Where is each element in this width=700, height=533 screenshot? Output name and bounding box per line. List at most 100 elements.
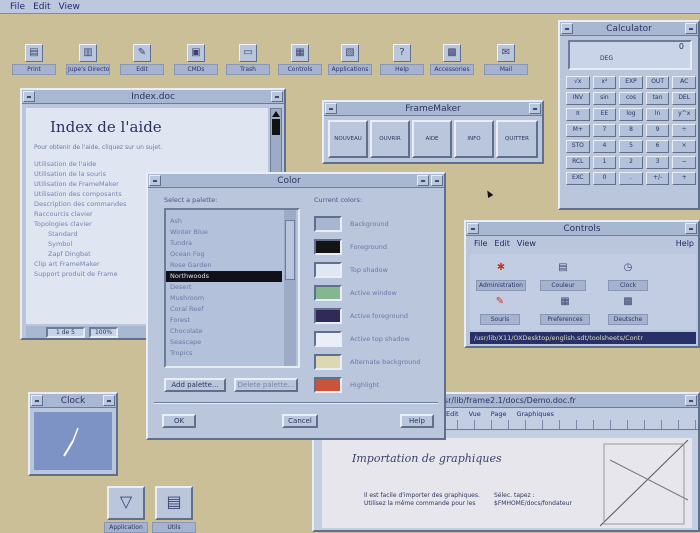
calculator-key[interactable]: 7 bbox=[592, 124, 617, 137]
palette-item[interactable]: Winter Blue bbox=[166, 227, 282, 238]
color-row[interactable]: Foreground bbox=[314, 235, 434, 258]
palette-item[interactable]: Seascape bbox=[166, 337, 282, 348]
window-menu-button[interactable] bbox=[561, 23, 573, 34]
minimize-button[interactable] bbox=[417, 175, 429, 186]
scroll-up-arrow-icon[interactable] bbox=[272, 111, 280, 117]
desktop-icon-help[interactable]: ? Help bbox=[380, 44, 424, 75]
color-swatch[interactable] bbox=[314, 215, 342, 232]
delete-palette-button[interactable]: Delete palette... bbox=[234, 378, 298, 392]
minimize-button[interactable] bbox=[271, 91, 283, 102]
clock-titlebar[interactable]: Clock bbox=[30, 394, 116, 408]
calculator-key[interactable]: AC bbox=[672, 76, 696, 89]
control-souris[interactable]: ✎ Souris bbox=[480, 294, 520, 325]
calculator-key[interactable]: EE bbox=[592, 108, 617, 121]
color-row[interactable]: Active window bbox=[314, 281, 434, 304]
calculator-key[interactable]: 5 bbox=[619, 140, 643, 153]
menu-graphiques[interactable]: Graphiques bbox=[516, 410, 553, 418]
calculator-key[interactable]: ÷ bbox=[672, 124, 696, 137]
bottom-icon-utils[interactable]: ▤ Utils bbox=[152, 486, 196, 533]
desktop-icon-trash[interactable]: ▭ Trash bbox=[226, 44, 270, 75]
calculator-key[interactable]: 3 bbox=[645, 156, 670, 169]
color-swatch[interactable] bbox=[314, 330, 342, 347]
color-swatch[interactable] bbox=[314, 238, 342, 255]
aide-button[interactable]: AIDE bbox=[412, 120, 452, 158]
menu-file[interactable]: File bbox=[10, 2, 25, 12]
nouveau-button[interactable]: NOUVEAU bbox=[328, 120, 368, 158]
minimize-button[interactable] bbox=[529, 103, 541, 114]
palette-item[interactable]: Northwoods bbox=[166, 271, 282, 282]
palette-scrollbar[interactable] bbox=[284, 210, 296, 366]
calculator-key[interactable]: 9 bbox=[645, 124, 670, 137]
palette-item[interactable]: Forest bbox=[166, 315, 282, 326]
color-row[interactable]: Alternate background bbox=[314, 350, 434, 373]
palette-item[interactable]: Coral Reef bbox=[166, 304, 282, 315]
scroll-thumb[interactable] bbox=[272, 119, 280, 135]
menu-file[interactable]: File bbox=[474, 239, 487, 248]
control-preferences[interactable]: ▦ Preferences bbox=[540, 294, 590, 325]
menu-edit[interactable]: Edit bbox=[494, 239, 510, 248]
add-palette-button[interactable]: Add palette... bbox=[164, 378, 226, 392]
desktop-icon-edit[interactable]: ✎ Edit bbox=[120, 44, 164, 75]
ouvrir-button[interactable]: OUVRIR bbox=[370, 120, 410, 158]
desktop-icon-print[interactable]: ▤ Print bbox=[12, 44, 56, 75]
help-button[interactable]: Help bbox=[400, 414, 434, 428]
calculator-key[interactable]: × bbox=[672, 140, 696, 153]
menu-vue[interactable]: Vue bbox=[469, 410, 481, 418]
control-deutsche[interactable]: ▩ Deutsche bbox=[608, 294, 648, 325]
calculator-key[interactable]: RCL bbox=[566, 156, 590, 169]
color-swatch[interactable] bbox=[314, 307, 342, 324]
calculator-titlebar[interactable]: Calculator bbox=[560, 22, 698, 36]
palette-item[interactable]: Tropics bbox=[166, 348, 282, 359]
calculator-key[interactable]: 2 bbox=[619, 156, 643, 169]
color-swatch[interactable] bbox=[314, 376, 342, 393]
calculator-key[interactable]: 8 bbox=[619, 124, 643, 137]
color-row[interactable]: Active top shadow bbox=[314, 327, 434, 350]
calculator-key[interactable]: M+ bbox=[566, 124, 590, 137]
calculator-key[interactable]: EXC bbox=[566, 172, 590, 185]
calculator-key[interactable]: log bbox=[619, 108, 643, 121]
window-menu-button[interactable] bbox=[23, 91, 35, 102]
menu-view[interactable]: View bbox=[59, 2, 80, 12]
control-couleur[interactable]: ▤ Couleur bbox=[540, 260, 586, 291]
desktop-icon-mail[interactable]: ✉ Mail bbox=[484, 44, 528, 75]
palette-item[interactable]: Rose Garden bbox=[166, 260, 282, 271]
window-menu-button[interactable] bbox=[31, 395, 43, 406]
control-clock[interactable]: ◷ Clock bbox=[608, 260, 648, 291]
menu-edit[interactable]: Edit bbox=[33, 2, 50, 12]
calculator-key[interactable]: cos bbox=[619, 92, 643, 105]
calculator-key[interactable]: 4 bbox=[592, 140, 617, 153]
minimize-button[interactable] bbox=[685, 395, 697, 406]
minimize-button[interactable] bbox=[685, 223, 697, 234]
calculator-key[interactable]: x² bbox=[592, 76, 617, 89]
calculator-key[interactable]: 0 bbox=[592, 172, 617, 185]
calculator-key[interactable]: +/- bbox=[645, 172, 670, 185]
controls-titlebar[interactable]: Controls bbox=[466, 222, 698, 236]
calculator-key[interactable]: π bbox=[566, 108, 590, 121]
index-titlebar[interactable]: Index.doc bbox=[22, 90, 284, 104]
calculator-key[interactable]: √x bbox=[566, 76, 590, 89]
desktop-icon-controls[interactable]: ▦ Controls bbox=[278, 44, 322, 75]
desktop-icon-cmds[interactable]: ▣ CMDs bbox=[174, 44, 218, 75]
calculator-key[interactable]: STO bbox=[566, 140, 590, 153]
palette-item[interactable]: Chocolate bbox=[166, 326, 282, 337]
menu-page[interactable]: Page bbox=[491, 410, 507, 418]
color-swatch[interactable] bbox=[314, 353, 342, 370]
color-titlebar[interactable]: Color bbox=[148, 174, 444, 188]
quitter-button[interactable]: QUITTER bbox=[496, 120, 538, 158]
color-row[interactable]: Background bbox=[314, 212, 434, 235]
calculator-key[interactable]: sin bbox=[592, 92, 617, 105]
minimize-button[interactable] bbox=[103, 395, 115, 406]
calculator-key[interactable]: INV bbox=[566, 92, 590, 105]
menu-help[interactable]: Help bbox=[676, 239, 698, 248]
desktop-icon-applications[interactable]: ▧ Applications bbox=[328, 44, 372, 75]
palette-item[interactable]: Ocean Fog bbox=[166, 249, 282, 260]
calculator-key[interactable]: − bbox=[672, 156, 696, 169]
info-button[interactable]: INFO bbox=[454, 120, 494, 158]
menu-view[interactable]: View bbox=[517, 239, 536, 248]
calculator-key[interactable]: y^x bbox=[672, 108, 696, 121]
scroll-thumb[interactable] bbox=[285, 220, 295, 280]
palette-item[interactable]: Mushroom bbox=[166, 293, 282, 304]
index-link[interactable]: Utilisation de l'aide bbox=[34, 159, 260, 169]
window-menu-button[interactable] bbox=[467, 223, 479, 234]
color-swatch[interactable] bbox=[314, 261, 342, 278]
